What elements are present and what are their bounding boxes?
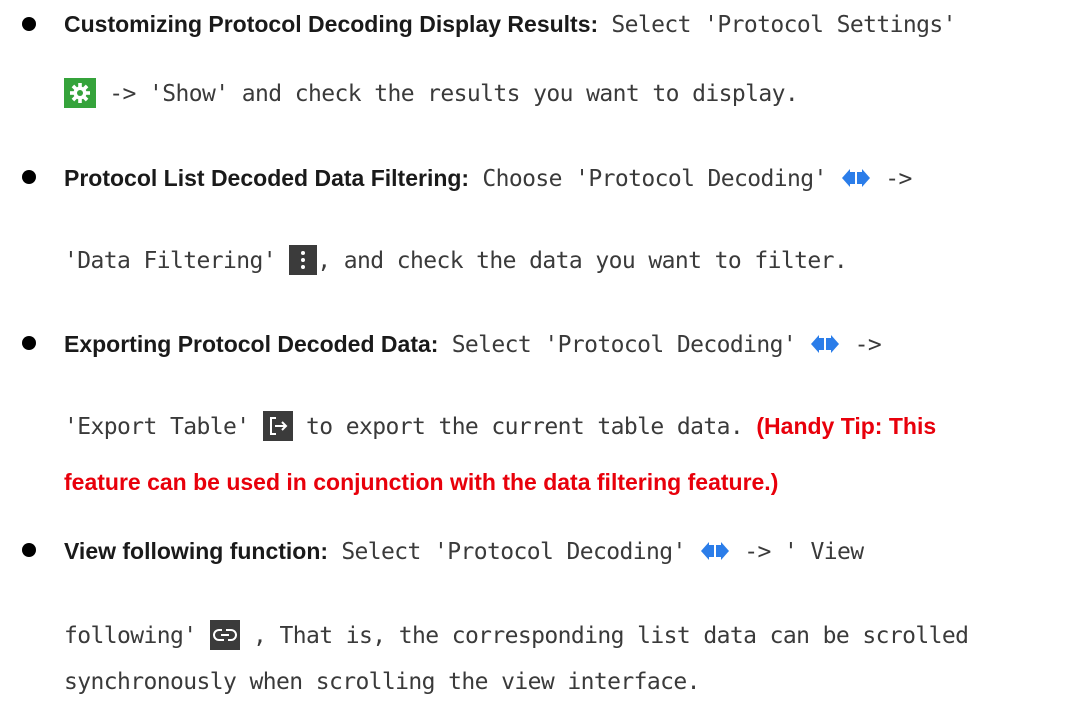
item-4-line-2: following' , That is, the corresponding … — [64, 620, 969, 650]
item-4-title: View following function: — [64, 538, 329, 564]
item-2-line-1: Protocol List Decoded Data Filtering: Ch… — [64, 163, 912, 193]
item-3-text-4: to export the current table data. — [305, 414, 744, 440]
item-1-text: Select 'Protocol Settings' — [611, 12, 956, 38]
link-follow-icon — [209, 620, 240, 650]
item-4-text-2: -> ' View — [744, 539, 864, 565]
protocol-decoding-icon — [699, 536, 731, 566]
item-3-arrow: -> — [854, 332, 882, 358]
item-1-line-1: Customizing Protocol Decoding Display Re… — [64, 10, 956, 39]
item-4-text: Select 'Protocol Decoding' — [341, 539, 686, 565]
item-2-text-4: , and check the data you want to filter. — [317, 248, 848, 274]
item-2-title: Protocol List Decoded Data Filtering: — [64, 165, 470, 191]
item-1-text-2: -> 'Show' and check the results you want… — [109, 81, 799, 107]
protocol-decoding-icon — [809, 329, 842, 359]
item-1-title: Customizing Protocol Decoding Display Re… — [64, 11, 599, 37]
more-vertical-icon — [289, 245, 318, 275]
item-2-line-2: 'Data Filtering' , and check the data yo… — [64, 245, 848, 275]
item-2-text-3: 'Data Filtering' — [64, 248, 277, 274]
bullet — [22, 17, 36, 31]
protocol-decoding-icon — [840, 163, 873, 193]
item-4-text-3: following' — [64, 623, 197, 649]
item-3-title: Exporting Protocol Decoded Data: — [64, 331, 439, 357]
item-3-text: Select 'Protocol Decoding' — [451, 332, 797, 358]
item-3-line-1: Exporting Protocol Decoded Data: Select … — [64, 329, 882, 359]
item-4-text-4: , That is, the corresponding list data c… — [252, 623, 969, 649]
item-4-line-3: synchronously when scrolling the view in… — [64, 668, 700, 696]
item-2-text: Choose 'Protocol Decoding' — [482, 166, 827, 192]
item-3-line-2: 'Export Table' to export the current tab… — [64, 411, 936, 441]
item-1-line-2: -> 'Show' and check the results you want… — [64, 78, 799, 108]
item-3-tip-1: (Handy Tip: This — [756, 413, 937, 439]
item-3-text-3: 'Export Table' — [64, 414, 250, 440]
bullet — [22, 543, 36, 557]
bullet — [22, 170, 36, 184]
item-4-line-1: View following function: Select 'Protoco… — [64, 536, 864, 566]
export-icon — [262, 411, 293, 441]
item-3-line-3: feature can be used in conjunction with … — [64, 468, 778, 497]
item-2-arrow: -> — [885, 166, 912, 192]
bullet — [22, 336, 36, 350]
item-4-text-5: synchronously when scrolling the view in… — [64, 669, 700, 695]
item-3-tip-2: feature can be used in conjunction with … — [64, 469, 779, 495]
settings-gear-icon — [64, 78, 96, 108]
